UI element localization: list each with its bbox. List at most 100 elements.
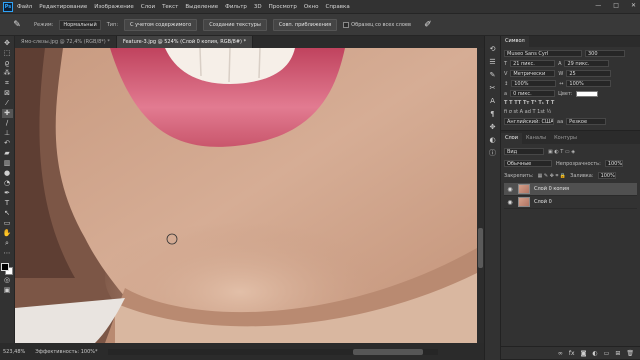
layer-row[interactable]: ◉ Слой 0 копия [504,183,637,196]
fill-field[interactable]: 100% [597,172,616,179]
tab-document-2[interactable]: Feature-3.jpg @ 524% (Слой 0 копия, RGB/… [116,36,254,48]
properties-panel-icon[interactable]: ☰ [488,57,498,67]
menu-help[interactable]: Справка [325,4,349,10]
text-color-swatch[interactable] [575,90,598,97]
horizontal-scrollbar[interactable] [107,348,438,355]
mode-select[interactable]: Нормальный [59,19,101,30]
font-size-field[interactable]: 21 пикс. [510,60,556,67]
menu-view[interactable]: Просмотр [269,4,297,10]
language-select[interactable]: Английский: США [504,118,554,125]
leading-field[interactable]: 29 пикс. [564,60,610,67]
character-panel-icon[interactable]: A [488,96,498,106]
menu-layers[interactable]: Слои [141,4,155,10]
menu-type[interactable]: Текст [162,4,178,10]
new-layer-icon[interactable]: ⊞ [615,350,620,357]
path-select-tool-icon[interactable]: ↖ [2,209,13,218]
checkbox-box[interactable] [343,21,350,28]
patch-tool-preset-icon[interactable]: ✎ [6,18,28,32]
doc-info[interactable]: Эффективность: 100%* [35,349,97,355]
layer-name[interactable]: Слой 0 [534,199,552,205]
tab-channels[interactable]: Каналы [522,133,550,144]
menu-window[interactable]: Окно [304,4,319,10]
font-style-select[interactable]: 300 [585,50,625,57]
minimize-button[interactable]: — [595,2,601,9]
gradient-tool-icon[interactable]: ▥ [2,159,13,168]
document-canvas[interactable] [15,48,477,343]
foreground-color-swatch[interactable] [1,263,9,271]
font-family-select[interactable]: Museo Sans Cyrl [504,50,582,57]
filter-icons[interactable]: ▣ ◐ T ▭ ◈ [548,149,575,155]
type-tool-icon[interactable]: T [2,199,13,208]
color-swatches[interactable] [1,263,13,275]
crop-tool-icon[interactable]: ⌗ [2,79,13,88]
pen-tool-icon[interactable]: ✒ [2,189,13,198]
menu-file[interactable]: Файл [17,4,32,10]
delete-layer-icon[interactable]: 🗑 [626,350,634,357]
tracking-field[interactable]: 25 [566,70,612,77]
dodge-tool-icon[interactable]: ◔ [2,179,13,188]
tab-character[interactable]: Символ [501,36,529,47]
layer-style-icon[interactable]: fx [569,350,575,357]
hand-tool-icon[interactable]: ✋ [2,229,13,238]
tool-presets-icon[interactable]: ✂ [488,83,498,93]
adjustment-layer-icon[interactable]: ◐ [592,350,597,357]
blend-mode-select[interactable]: Обычные [504,160,552,167]
vertical-scrollbar[interactable] [477,48,484,343]
zoom-level[interactable]: 523,48% [3,349,25,355]
link-layers-icon[interactable]: ∞ [558,350,563,357]
tab-layers[interactable]: Слои [501,133,522,144]
maximize-button[interactable]: □ [613,2,619,9]
opacity-field[interactable]: 100% [604,160,623,167]
create-texture-button[interactable]: Создание текстуры [203,18,267,31]
menu-3d[interactable]: 3D [254,4,262,10]
info-panel-icon[interactable]: ⓘ [488,148,498,158]
antialias-select[interactable]: Резкое [566,118,607,125]
eraser-tool-icon[interactable]: ▰ [2,149,13,158]
eye-icon[interactable]: ◉ [506,186,514,193]
history-panel-icon[interactable]: ⟲ [488,44,498,54]
vertical-scale-field[interactable]: 100% [511,80,557,87]
more-tools-icon[interactable]: ⋯ [2,249,13,258]
tab-paths[interactable]: Контуры [550,133,581,144]
healing-brush-tool-icon[interactable]: ✚ [1,109,13,118]
layer-row[interactable]: ◉ Слой 0 [504,196,637,209]
quick-mask-icon[interactable]: ◎ [2,276,13,285]
brush-settings-icon[interactable]: ✎ [488,70,498,80]
pressure-icon[interactable]: ✐ [417,18,439,32]
brush-tool-icon[interactable]: ∕ [2,119,13,128]
horizontal-scroll-thumb[interactable] [352,348,423,355]
shape-tool-icon[interactable]: ▭ [2,219,13,228]
clone-stamp-tool-icon[interactable]: ⊥ [2,129,13,138]
eyedropper-tool-icon[interactable]: ⁄ [2,99,13,108]
layer-filter-select[interactable]: Вид [504,148,544,155]
marquee-tool-icon[interactable]: ⬚ [2,49,13,58]
vertical-scroll-thumb[interactable] [478,228,483,268]
menu-filter[interactable]: Фильтр [225,4,247,10]
layer-name[interactable]: Слой 0 копия [534,186,569,192]
history-brush-tool-icon[interactable]: ↶ [2,139,13,148]
content-aware-button[interactable]: С учетом содержимого [124,18,198,31]
blur-tool-icon[interactable]: ● [2,169,13,178]
close-button[interactable]: ✕ [631,2,636,9]
baseline-shift-field[interactable]: 0 пикс. [510,90,556,97]
menu-select[interactable]: Выделение [185,4,218,10]
quick-select-tool-icon[interactable]: ⁂ [2,69,13,78]
proximity-match-button[interactable]: Совп. приближения [272,18,338,31]
menu-image[interactable]: Изображение [94,4,134,10]
frame-tool-icon[interactable]: ⊠ [2,89,13,98]
move-tool-icon[interactable]: ✥ [2,39,13,48]
kerning-field[interactable]: Метрически [510,70,556,77]
glyphs-panel-icon[interactable]: ✥ [488,122,498,132]
lock-icons[interactable]: ▦ ✎ ✥ ⌗ 🔒 [538,173,567,179]
menu-edit[interactable]: Редактирование [39,4,87,10]
add-mask-icon[interactable]: ◙ [581,350,587,357]
horizontal-scale-field[interactable]: 100% [566,80,612,87]
screen-mode-icon[interactable]: ▣ [2,286,13,295]
paragraph-panel-icon[interactable]: ¶ [488,109,498,119]
ligature-buttons[interactable]: fi σ st A ad T 1st ½ [504,109,551,115]
lasso-tool-icon[interactable]: ϱ [2,59,13,68]
tab-document-1[interactable]: Ямо-слезы.jpg @ 72,4% (RGB/8*) * [15,36,117,48]
zoom-tool-icon[interactable]: ⌕ [2,239,13,248]
new-group-icon[interactable]: ▭ [604,350,610,357]
sample-all-layers-checkbox[interactable]: Образец со всех слоев [343,21,411,28]
